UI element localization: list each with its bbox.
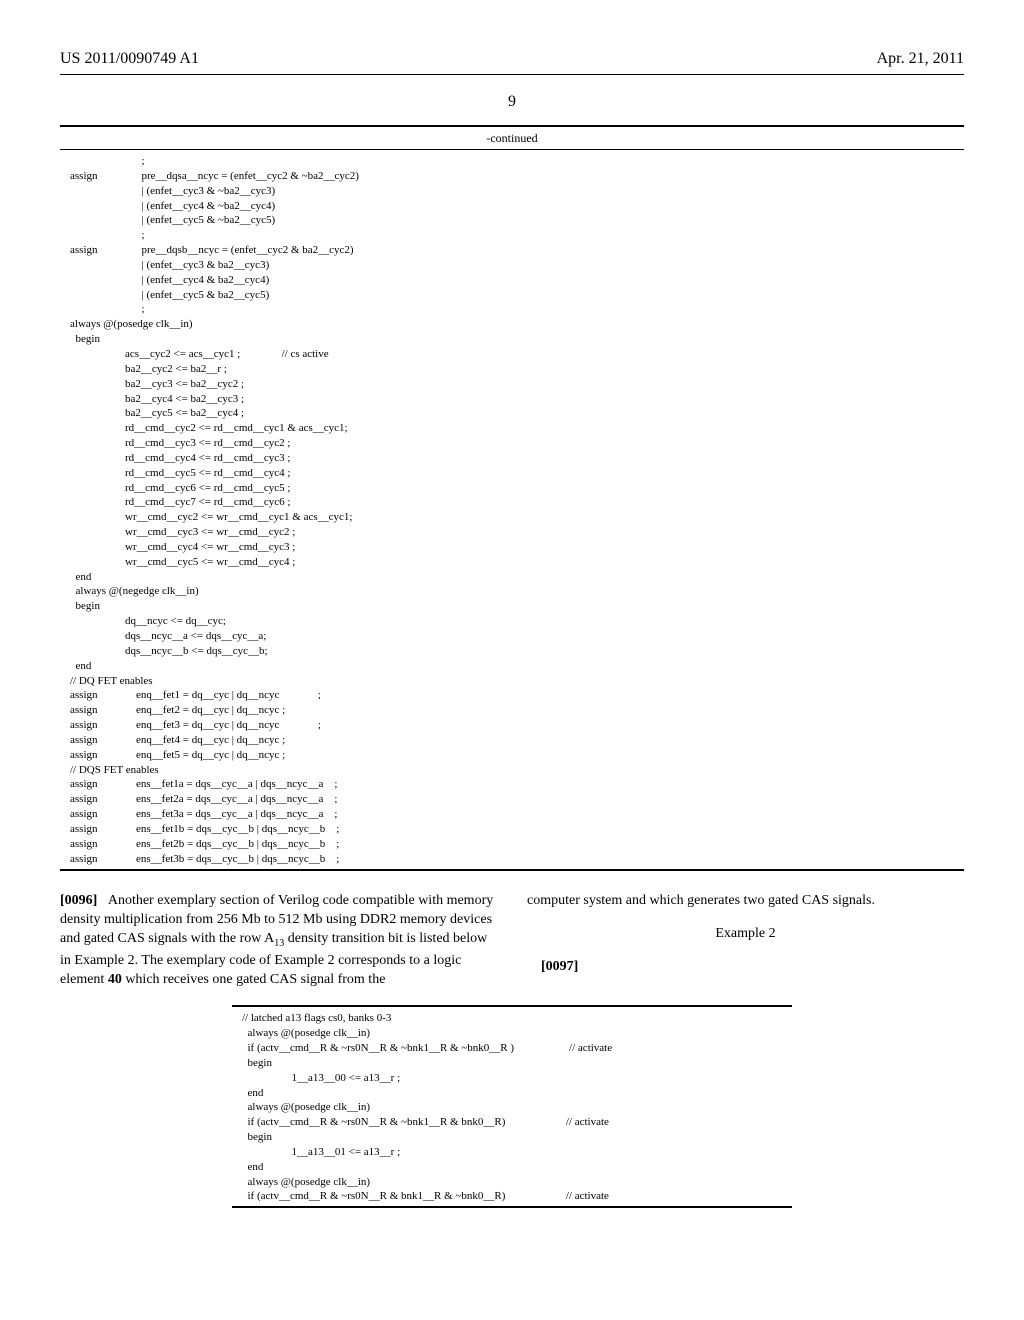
code-line: rd__cmd__cyc5 <= rd__cmd__cyc4 ; — [70, 466, 964, 481]
code-line: begin — [242, 1056, 792, 1071]
code-line: assign ens__fet2a = dqs__cyc__a | dqs__n… — [70, 792, 964, 807]
para-number-96: [0096] — [60, 893, 97, 908]
code-line: assign ens__fet2b = dqs__cyc__b | dqs__n… — [70, 837, 964, 852]
code-line: 1__a13__01 <= a13__r ; — [242, 1145, 792, 1160]
code-line: rd__cmd__cyc2 <= rd__cmd__cyc1 & acs__cy… — [70, 421, 964, 436]
left-column: [0096] Another exemplary section of Veri… — [60, 891, 497, 990]
code-caption: -continued — [60, 131, 964, 150]
code-line: end — [242, 1086, 792, 1101]
code-line: assign enq__fet5 = dq__cyc | dq__ncyc ; — [70, 748, 964, 763]
code-listing-bottom: // latched a13 flags cs0, banks 0-3 alwa… — [232, 1005, 792, 1208]
code-line: assign pre__dqsa__ncyc = (enfet__cyc2 & … — [70, 169, 964, 184]
code-line: | (enfet__cyc3 & ~ba2__cyc3) — [70, 184, 964, 199]
code-line: | (enfet__cyc5 & ~ba2__cyc5) — [70, 213, 964, 228]
example-2-label: Example 2 — [527, 924, 964, 943]
publication-date: Apr. 21, 2011 — [877, 50, 964, 68]
code-line: | (enfet__cyc4 & ~ba2__cyc4) — [70, 199, 964, 214]
code-line: always @(posedge clk__in) — [242, 1026, 792, 1041]
code-line: ; — [70, 228, 964, 243]
publication-number: US 2011/0090749 A1 — [60, 50, 199, 68]
para96-sub: 13 — [274, 938, 284, 949]
code-line: begin — [70, 332, 964, 347]
page-number: 9 — [60, 93, 964, 111]
code-content: ;assign pre__dqsa__ncyc = (enfet__cyc2 &… — [60, 154, 964, 867]
header-rule — [60, 74, 964, 75]
code-content: // latched a13 flags cs0, banks 0-3 alwa… — [232, 1011, 792, 1204]
code-line: always @(posedge clk__in) — [242, 1175, 792, 1190]
code-line: ba2__cyc5 <= ba2__cyc4 ; — [70, 406, 964, 421]
code-line: always @(negedge clk__in) — [70, 584, 964, 599]
code-line: dq__ncyc <= dq__cyc; — [70, 614, 964, 629]
code-line: if (actv__cmd__R & ~rs0N__R & ~bnk1__R &… — [242, 1041, 792, 1056]
code-line: 1__a13__00 <= a13__r ; — [242, 1071, 792, 1086]
code-line: end — [70, 570, 964, 585]
code-line: wr__cmd__cyc2 <= wr__cmd__cyc1 & acs__cy… — [70, 510, 964, 525]
code-line: assign ens__fet1a = dqs__cyc__a | dqs__n… — [70, 777, 964, 792]
code-line: assign enq__fet2 = dq__cyc | dq__ncyc ; — [70, 703, 964, 718]
code-line: | (enfet__cyc4 & ba2__cyc4) — [70, 273, 964, 288]
para-number-97: [0097] — [541, 959, 578, 974]
code-line: wr__cmd__cyc4 <= wr__cmd__cyc3 ; — [70, 540, 964, 555]
code-line: ; — [70, 302, 964, 317]
code-line: dqs__ncyc__a <= dqs__cyc__a; — [70, 629, 964, 644]
code-line: ba2__cyc4 <= ba2__cyc3 ; — [70, 392, 964, 407]
code-line: // DQ FET enables — [70, 674, 964, 689]
code-line: // latched a13 flags cs0, banks 0-3 — [242, 1011, 792, 1026]
code-line: if (actv__cmd__R & ~rs0N__R & bnk1__R & … — [242, 1189, 792, 1204]
code-line: always @(posedge clk__in) — [70, 317, 964, 332]
code-line: // DQS FET enables — [70, 763, 964, 778]
code-line: assign ens__fet3b = dqs__cyc__b | dqs__n… — [70, 852, 964, 867]
page-header: US 2011/0090749 A1 Apr. 21, 2011 — [60, 50, 964, 68]
code-line: acs__cyc2 <= acs__cyc1 ; // cs active — [70, 347, 964, 362]
code-line: assign enq__fet1 = dq__cyc | dq__ncyc ; — [70, 688, 964, 703]
right-column: computer system and which generates two … — [527, 891, 964, 990]
code-line: begin — [70, 599, 964, 614]
code-line: always @(posedge clk__in) — [242, 1100, 792, 1115]
para96-right: computer system and which generates two … — [527, 891, 964, 910]
code-line: ba2__cyc2 <= ba2__r ; — [70, 362, 964, 377]
code-line: end — [242, 1160, 792, 1175]
para96-bold: 40 — [108, 972, 122, 987]
code-listing-top: -continued ;assign pre__dqsa__ncyc = (en… — [60, 125, 964, 871]
code-line: wr__cmd__cyc5 <= wr__cmd__cyc4 ; — [70, 555, 964, 570]
code-line: rd__cmd__cyc7 <= rd__cmd__cyc6 ; — [70, 495, 964, 510]
code-line: dqs__ncyc__b <= dqs__cyc__b; — [70, 644, 964, 659]
code-line: | (enfet__cyc3 & ba2__cyc3) — [70, 258, 964, 273]
code-line: if (actv__cmd__R & ~rs0N__R & ~bnk1__R &… — [242, 1115, 792, 1130]
body-columns: [0096] Another exemplary section of Veri… — [60, 891, 964, 990]
code-line: begin — [242, 1130, 792, 1145]
para96-c: which receives one gated CAS signal from… — [122, 972, 386, 987]
code-line: | (enfet__cyc5 & ba2__cyc5) — [70, 288, 964, 303]
code-line: assign ens__fet1b = dqs__cyc__b | dqs__n… — [70, 822, 964, 837]
code-line: assign ens__fet3a = dqs__cyc__a | dqs__n… — [70, 807, 964, 822]
code-line: assign enq__fet3 = dq__cyc | dq__ncyc ; — [70, 718, 964, 733]
code-line: ; — [70, 154, 964, 169]
code-line: assign pre__dqsb__ncyc = (enfet__cyc2 & … — [70, 243, 964, 258]
code-line: assign enq__fet4 = dq__cyc | dq__ncyc ; — [70, 733, 964, 748]
code-line: end — [70, 659, 964, 674]
code-line: wr__cmd__cyc3 <= wr__cmd__cyc2 ; — [70, 525, 964, 540]
code-line: rd__cmd__cyc6 <= rd__cmd__cyc5 ; — [70, 481, 964, 496]
code-line: rd__cmd__cyc4 <= rd__cmd__cyc3 ; — [70, 451, 964, 466]
code-line: rd__cmd__cyc3 <= rd__cmd__cyc2 ; — [70, 436, 964, 451]
code-line: ba2__cyc3 <= ba2__cyc2 ; — [70, 377, 964, 392]
